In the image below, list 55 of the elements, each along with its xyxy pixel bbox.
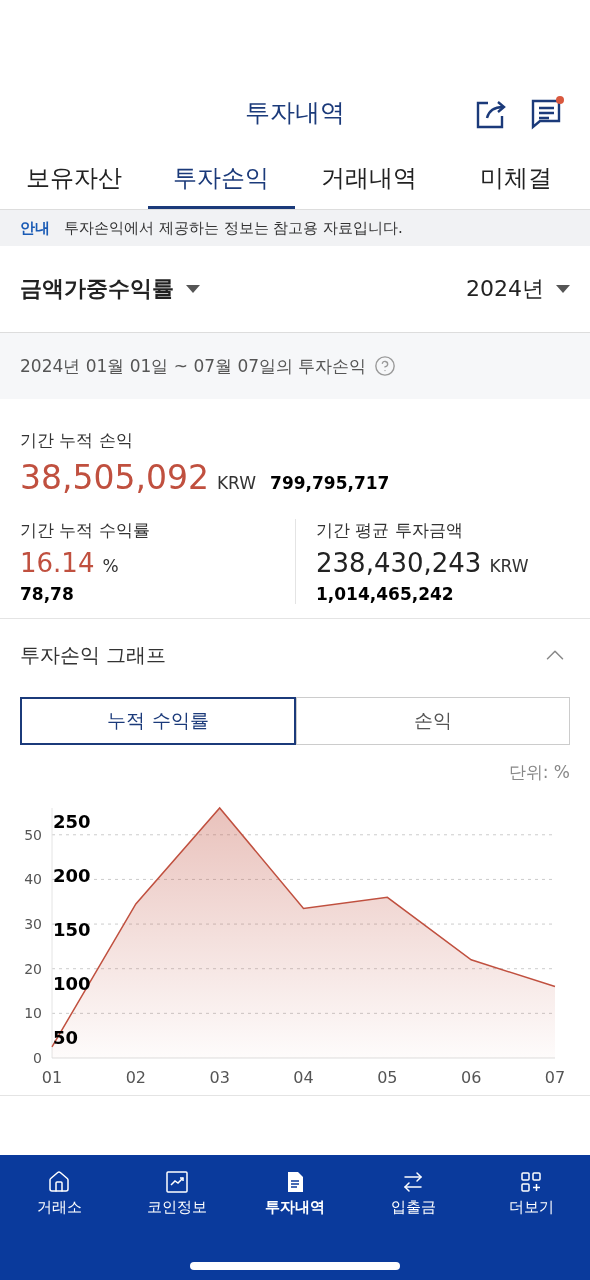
stat-value: 238,430,243 <box>316 548 482 578</box>
dropdown[interactable]: 금액가중수익률 <box>20 274 200 304</box>
nav-item[interactable]: 코인정보 <box>118 1169 236 1218</box>
caret-icon <box>186 285 200 293</box>
period-text: 2024년 01월 01일 ~ 07월 07일의 투자손익 <box>20 354 367 378</box>
axis-tick-label: 01 <box>41 1068 63 1087</box>
axis-tick-label: 50 <box>24 826 42 843</box>
unit-label: % <box>102 556 119 576</box>
stat-label: 기간 평균 투자금액 <box>316 519 464 542</box>
segment-button[interactable]: 손익 <box>296 697 570 745</box>
tab[interactable]: 거래내역 <box>295 150 443 209</box>
axis-tick-label: 10 <box>24 1005 42 1022</box>
overlay-number: 1,014,465,242 <box>316 584 455 604</box>
caret-icon <box>556 285 570 293</box>
page-title: 투자내역 <box>245 97 345 129</box>
axis-tick-label: 0 <box>33 1050 42 1066</box>
nav-item[interactable]: 거래소 <box>0 1169 118 1218</box>
tab[interactable]: 보유자산 <box>0 150 148 209</box>
axis-tick-label: 05 <box>377 1068 398 1087</box>
nav-item[interactable]: 입출금 <box>354 1169 472 1218</box>
section-title: 투자손익 그래프 <box>20 641 167 669</box>
transfer-icon <box>401 1170 425 1194</box>
axis-tick-label: 20 <box>24 960 42 977</box>
axis-tick-label: 40 <box>24 871 42 888</box>
unit-label: 단위: % <box>508 761 570 784</box>
stat-value: 38,505,092 <box>20 458 209 497</box>
unit-label: KRW <box>216 473 257 493</box>
overlay-number: 799,795,717 <box>270 473 390 493</box>
axis-tick-label: 04 <box>293 1068 314 1087</box>
message-icon[interactable] <box>530 96 564 130</box>
home-icon <box>47 1170 71 1194</box>
overlay-number: 78,78 <box>20 584 75 604</box>
chart-icon <box>165 1170 189 1194</box>
axis-tick-label: 06 <box>461 1068 482 1087</box>
unit-label: KRW <box>489 556 529 576</box>
notice-text: 투자손익에서 제공하는 정보는 참고용 자료입니다. <box>64 218 403 238</box>
axis-tick-label: 07 <box>544 1068 566 1087</box>
overlay-number: 150 <box>53 919 91 940</box>
tab[interactable]: 미체결 <box>442 150 590 209</box>
overlay-number: 200 <box>53 865 91 886</box>
dropdown[interactable]: 2024년 <box>466 274 570 304</box>
stat-label: 기간 누적 손익 <box>20 429 134 452</box>
stat-label: 기간 누적 수익률 <box>20 519 151 542</box>
nav-item[interactable]: 투자내역 <box>236 1169 354 1218</box>
nav-item[interactable]: 더보기 <box>472 1169 590 1218</box>
axis-tick-label: 02 <box>125 1068 146 1087</box>
overlay-number: 100 <box>53 973 91 994</box>
notice-tag: 안내 <box>20 218 50 238</box>
stat-value: 16.14 <box>20 548 95 578</box>
help-icon[interactable] <box>374 355 397 377</box>
axis-tick-label: 30 <box>24 916 42 933</box>
segment-button[interactable]: 누적 수익률 <box>20 697 296 745</box>
overlay-number: 250 <box>53 811 91 832</box>
axis-tick-label: 03 <box>209 1068 230 1087</box>
grid-plus-icon <box>519 1170 543 1194</box>
